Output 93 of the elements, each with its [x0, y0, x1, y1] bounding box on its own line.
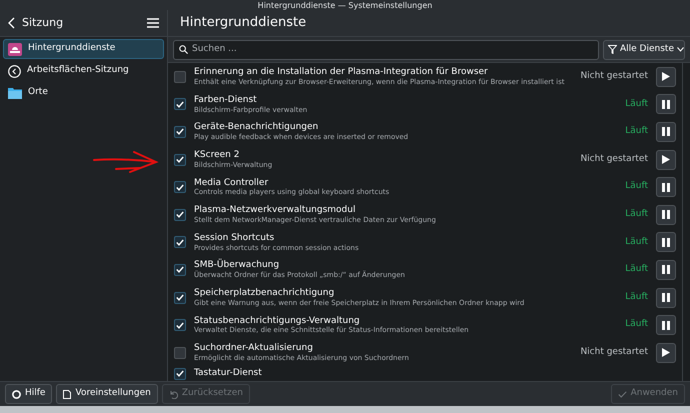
undo-icon [168, 390, 178, 398]
start-button[interactable] [656, 342, 676, 363]
checkbox[interactable] [174, 292, 186, 304]
service-title: SMB-Überwachung [194, 260, 280, 270]
pause-icon [662, 320, 670, 330]
check-icon [176, 128, 184, 136]
sidebar-item[interactable]: Hintergrunddienste [3, 39, 164, 59]
pause-button[interactable] [656, 260, 676, 280]
pause-icon [662, 127, 670, 136]
filter-icon [608, 45, 617, 54]
service-status: Läuft [625, 98, 648, 111]
pause-icon [662, 210, 670, 220]
service-status: Läuft [625, 236, 648, 249]
check-icon [176, 294, 184, 302]
check-icon [176, 266, 184, 274]
folder-icon [8, 87, 22, 99]
start-button[interactable] [656, 66, 676, 87]
service-title: Speicherplatzbenachrichtigung [194, 288, 336, 299]
service-status: Läuft [625, 318, 648, 332]
service-status: Läuft [625, 125, 648, 138]
service-title: Session Shortcuts [194, 232, 276, 244]
annotation-arrow [92, 150, 160, 176]
service-status: Läuft [625, 208, 648, 222]
pause-button[interactable] [656, 94, 676, 114]
service-status: Läuft [625, 180, 648, 194]
checkbox[interactable] [174, 264, 186, 276]
pause-button[interactable] [656, 315, 676, 336]
service-status: Nicht gestartet [580, 70, 648, 84]
check-icon [618, 390, 627, 398]
sidebar-title: Sitzung [22, 14, 64, 31]
checkbox[interactable] [174, 208, 186, 221]
checkbox[interactable] [174, 98, 186, 110]
chevron-down-icon [676, 47, 684, 52]
page-title: Hintergrunddienste [168, 10, 690, 37]
service-title: Tastatur-Dienst [194, 368, 263, 378]
check-icon [176, 156, 184, 164]
pause-icon [662, 265, 670, 274]
service-title: Suchordner-Aktualisierung [194, 343, 314, 354]
help-icon [12, 390, 21, 398]
pause-icon [662, 293, 670, 302]
pause-icon [662, 100, 670, 109]
search-field[interactable]: Suchen ... [173, 40, 599, 60]
checkbox[interactable] [174, 368, 186, 380]
check-icon [176, 100, 184, 108]
service-status: Läuft [625, 290, 648, 304]
search-input[interactable]: Suchen ... [192, 42, 593, 56]
checkbox[interactable] [174, 126, 186, 138]
document-icon [63, 390, 72, 398]
pause-button[interactable] [656, 204, 676, 225]
play-icon [662, 72, 670, 82]
window-title: Hintergrunddienste — Systemeinstellungen [258, 2, 432, 10]
services-icon [8, 42, 22, 56]
sidebar-item[interactable]: Arbeitsflächen-Sitzung [3, 61, 164, 81]
menu-icon [147, 18, 159, 28]
help-button[interactable]: Hilfe [5, 384, 52, 404]
service-title: Media Controller [194, 178, 270, 188]
service-title: Geräte-Benachrichtigungen [194, 122, 320, 134]
pause-button[interactable] [656, 177, 676, 198]
start-button[interactable] [656, 150, 676, 170]
check-icon [176, 370, 184, 378]
play-icon [662, 348, 670, 358]
check-icon [176, 184, 184, 191]
pause-icon [662, 182, 670, 192]
search-icon [179, 45, 188, 54]
service-title: KScreen 2 [194, 150, 240, 161]
check-icon [176, 211, 184, 218]
service-status: Nicht gestartet [580, 152, 648, 166]
checkbox[interactable] [174, 70, 186, 83]
pause-button[interactable] [656, 232, 676, 252]
service-status: Nicht gestartet [580, 346, 648, 359]
menu-button[interactable] [147, 18, 159, 28]
back-circle-icon [8, 64, 21, 78]
filter-dropdown[interactable]: Alle Dienste [603, 40, 685, 60]
back-button[interactable] [8, 17, 16, 29]
play-icon [662, 155, 670, 164]
checkbox[interactable] [174, 154, 186, 166]
defaults-button[interactable]: Voreinstellungen [56, 384, 158, 404]
check-icon [176, 238, 184, 246]
service-title: Erinnerung an die Installation der Plasma-Integration für Browser [194, 67, 489, 78]
service-title: Plasma-Netzwerkverwaltungsmodul [194, 205, 356, 216]
sidebar-item[interactable]: Orte [3, 83, 164, 103]
check-icon [176, 322, 184, 329]
pause-button[interactable] [656, 122, 676, 142]
checkbox[interactable] [174, 319, 186, 332]
checkbox[interactable] [174, 346, 186, 359]
pause-button[interactable] [656, 288, 676, 308]
pause-icon [662, 238, 670, 247]
service-title: Farben-Dienst [194, 94, 258, 106]
service-title: Statusbenachrichtigungs-Verwaltung [194, 316, 361, 326]
service-status: Läuft [625, 263, 648, 276]
back-icon [8, 17, 16, 29]
checkbox[interactable] [174, 236, 186, 248]
checkbox[interactable] [174, 181, 186, 194]
